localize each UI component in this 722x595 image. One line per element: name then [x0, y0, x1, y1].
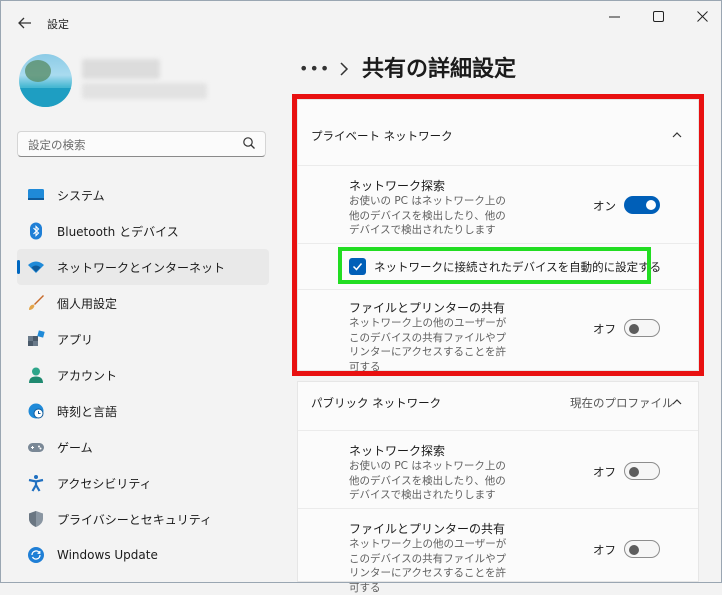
file-printer-sharing-toggle[interactable] — [624, 319, 660, 337]
file-printer-sharing-state: オフ — [593, 543, 616, 557]
search-input[interactable]: 設定の検索 — [28, 137, 86, 153]
avatar-tree — [25, 60, 51, 82]
current-profile-label: 現在のプロファイル — [570, 396, 674, 410]
accessibility-icon — [28, 475, 44, 492]
network-discovery-toggle[interactable] — [624, 196, 660, 214]
wifi-icon — [28, 261, 44, 273]
update-icon — [28, 547, 44, 563]
divider — [298, 165, 698, 166]
globe-clock-icon — [28, 403, 44, 419]
public-network-section: パブリック ネットワーク 現在のプロファイル ネットワーク探索 お使いの PC … — [297, 381, 699, 594]
file-printer-sharing-title: ファイルとプリンターの共有 — [349, 522, 506, 536]
sidebar-item-network[interactable]: ネットワークとインターネット — [17, 249, 269, 285]
file-printer-sharing-state: オフ — [593, 322, 616, 336]
sidebar-item-label: プライバシーとセキュリティ — [57, 512, 213, 527]
close-button[interactable] — [685, 5, 719, 27]
chevron-right-icon — [340, 62, 349, 76]
divider — [298, 289, 698, 290]
sidebar-item-gaming[interactable]: ゲーム — [17, 429, 269, 465]
sidebar-item-system[interactable]: システム — [17, 177, 269, 213]
section-header-label: パブリック ネットワーク — [311, 396, 442, 410]
sidebar-item-label: 時刻と言語 — [57, 404, 118, 419]
back-arrow-icon[interactable] — [15, 13, 35, 33]
sidebar-item-label: アプリ — [57, 332, 94, 347]
minimize-button[interactable] — [597, 5, 631, 27]
network-discovery-state: オン — [593, 199, 616, 213]
chevron-up-icon[interactable] — [672, 397, 682, 407]
sidebar-item-accessibility[interactable]: アクセシビリティ — [17, 465, 269, 501]
divider — [298, 243, 698, 244]
network-discovery-title: ネットワーク探索 — [349, 179, 446, 193]
file-printer-sharing-title: ファイルとプリンターの共有 — [349, 301, 506, 315]
apps-icon — [28, 330, 45, 346]
search-icon — [243, 137, 255, 149]
brush-icon — [29, 295, 44, 310]
divider — [298, 430, 698, 431]
monitor-icon — [28, 189, 44, 200]
sidebar-item-apps[interactable]: アプリ — [17, 321, 269, 357]
shield-icon — [29, 511, 43, 527]
sidebar-item-label: アカウント — [57, 368, 118, 383]
bluetooth-icon — [30, 222, 42, 240]
private-network-section: プライベート ネットワーク ネットワーク探索 お使いの PC はネットワーク上の… — [297, 99, 699, 373]
file-printer-sharing-desc: ネットワーク上の他のユーザーがこのデバイスの共有ファイルやプリンターにアクセスす… — [349, 538, 507, 594]
page-title: 共有の詳細設定 — [362, 57, 517, 82]
auto-setup-label[interactable]: ネットワークに接続されたデバイスを自動的に設定する — [374, 259, 661, 275]
network-discovery-desc: お使いの PC はネットワーク上の他のデバイスを検出したり、他のデバイスで検出さ… — [349, 460, 506, 501]
sidebar-item-label: ネットワークとインターネット — [57, 260, 226, 275]
sidebar-item-privacy[interactable]: プライバシーとセキュリティ — [17, 501, 269, 537]
settings-window: 設定 設定の検索 システム Bluetooth とデバイス ネットワークとインタ… — [0, 0, 722, 594]
sidebar-item-label: Windows Update — [57, 548, 158, 562]
app-title: 設定 — [47, 18, 69, 31]
sidebar: システム Bluetooth とデバイス ネットワークとインターネット 個人用設… — [17, 177, 269, 573]
divider — [298, 508, 698, 509]
sidebar-item-label: システム — [57, 188, 105, 203]
sidebar-item-label: アクセシビリティ — [57, 476, 152, 491]
sidebar-item-bluetooth[interactable]: Bluetooth とデバイス — [17, 213, 269, 249]
chevron-up-icon[interactable] — [672, 130, 682, 140]
network-discovery-title: ネットワーク探索 — [349, 444, 446, 458]
sidebar-item-time-language[interactable]: 時刻と言語 — [17, 393, 269, 429]
sidebar-item-windows-update[interactable]: Windows Update — [17, 537, 269, 573]
file-printer-sharing-desc: ネットワーク上の他のユーザーがこのデバイスの共有ファイルやプリンターにアクセスす… — [349, 317, 507, 373]
network-discovery-toggle[interactable] — [624, 462, 660, 480]
avatar-sea — [19, 88, 72, 107]
sidebar-item-personalization[interactable]: 個人用設定 — [17, 285, 269, 321]
avatar[interactable] — [19, 54, 72, 107]
sidebar-item-label: Bluetooth とデバイス — [57, 224, 179, 239]
sidebar-item-label: 個人用設定 — [57, 296, 118, 311]
maximize-button[interactable] — [641, 5, 675, 27]
breadcrumb-overflow[interactable]: ••• — [299, 59, 330, 78]
section-header-label: プライベート ネットワーク — [311, 129, 453, 143]
sidebar-item-accounts[interactable]: アカウント — [17, 357, 269, 393]
user-email-blurred — [82, 83, 207, 99]
file-printer-sharing-toggle[interactable] — [624, 540, 660, 558]
network-discovery-desc: お使いの PC はネットワーク上の他のデバイスを検出したり、他のデバイスで検出さ… — [349, 195, 506, 236]
user-name-blurred — [82, 59, 160, 79]
search-box[interactable]: 設定の検索 — [17, 131, 266, 157]
sidebar-item-label: ゲーム — [57, 440, 93, 455]
network-discovery-state: オフ — [593, 465, 616, 479]
gamepad-icon — [28, 443, 44, 452]
person-icon — [29, 367, 43, 383]
auto-setup-checkbox[interactable] — [349, 258, 366, 275]
